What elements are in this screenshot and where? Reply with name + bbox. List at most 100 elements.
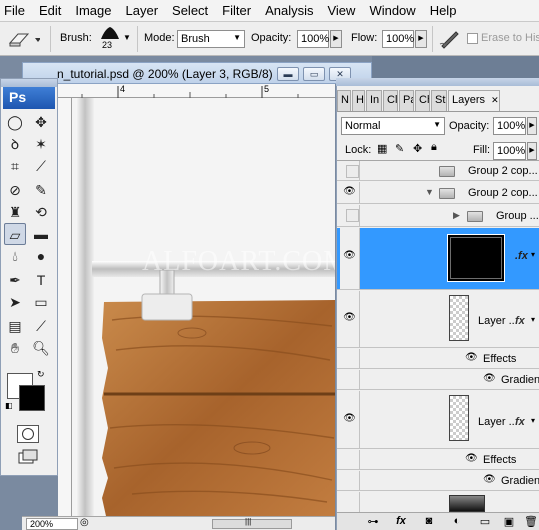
eyedropper-tool-icon[interactable]: ⟋ <box>30 155 52 177</box>
path-selection-tool-icon[interactable]: ➤ <box>4 291 26 313</box>
default-colors-icon[interactable]: ◧ <box>5 401 13 410</box>
tab-channels[interactable]: Ch <box>415 90 430 111</box>
background-color-swatch[interactable] <box>19 385 45 411</box>
quick-mask-button[interactable] <box>17 425 39 443</box>
tab-color[interactable]: Cl <box>383 90 398 111</box>
airbrush-toggle[interactable] <box>438 28 462 50</box>
lock-image-icon[interactable]: ✎ <box>395 142 404 155</box>
chevron-down-icon[interactable]: ▾ <box>531 315 535 324</box>
menu-window[interactable]: Window <box>362 3 422 18</box>
layer-row[interactable]: 👁︎ ▼ Group 2 cop... <box>337 182 539 204</box>
pen-tool-icon[interactable]: ✒ <box>4 269 26 291</box>
menu-file[interactable]: File <box>0 3 32 18</box>
status-arrow-icon[interactable]: ◎ <box>80 517 89 528</box>
fx-icon[interactable]: .fx <box>515 250 528 262</box>
effects-row[interactable]: 👁︎ Effects <box>337 450 539 470</box>
move-tool-icon[interactable]: ✥ <box>30 111 52 133</box>
color-sampler-tool-icon[interactable]: ⟋ <box>30 315 52 337</box>
fill-field[interactable]: 100% <box>493 142 526 160</box>
lock-transparent-icon[interactable]: ▦ <box>377 142 387 155</box>
swap-colors-icon[interactable]: ↻ <box>37 369 45 380</box>
visibility-toggle[interactable]: 👁︎ <box>340 228 360 289</box>
fx-icon[interactable]: fx <box>515 315 525 327</box>
layer-row-selected[interactable]: 👁︎ .fx ▾ <box>337 228 539 290</box>
history-brush-tool-icon[interactable]: ⟲ <box>30 201 52 223</box>
add-style-icon[interactable]: fx <box>393 515 409 527</box>
menu-view[interactable]: View <box>320 3 362 18</box>
tools-panel-grip[interactable] <box>1 79 57 87</box>
zoom-tool-icon[interactable]: 🔍︎ <box>30 337 52 359</box>
chevron-down-icon[interactable]: ▾ <box>531 416 535 425</box>
mode-select[interactable]: Brush ▼ <box>177 30 245 48</box>
minimize-button[interactable]: ▬ <box>277 67 299 81</box>
lasso-tool-icon[interactable]: ꝺ <box>4 133 26 155</box>
type-tool-icon[interactable]: T <box>30 269 52 291</box>
lock-all-icon[interactable]: 🔒︎ <box>431 141 437 154</box>
new-layer-icon[interactable]: ▣ <box>501 515 517 528</box>
layer-row[interactable]: 👁︎ Layer ... fx ▾ <box>337 291 539 348</box>
horizontal-scrollbar[interactable]: ||| <box>212 517 292 529</box>
tab-histogram[interactable]: H <box>352 90 365 111</box>
effect-row[interactable]: 👁︎ Gradien... <box>337 471 539 491</box>
menu-help[interactable]: Help <box>423 3 464 18</box>
magic-wand-tool-icon[interactable]: ✶ <box>30 133 52 155</box>
opacity-slider-button[interactable]: ▶ <box>330 30 342 48</box>
flow-field[interactable]: 100% <box>382 30 414 48</box>
erase-history-checkbox[interactable] <box>467 33 478 44</box>
expand-triangle-icon[interactable]: ▶ <box>453 210 460 221</box>
opacity-field[interactable]: 100% <box>297 30 329 48</box>
fx-icon[interactable]: fx <box>515 416 525 428</box>
menu-layer[interactable]: Layer <box>119 3 166 18</box>
tool-preset-picker[interactable] <box>6 28 41 50</box>
notes-tool-icon[interactable]: ▤ <box>4 315 26 337</box>
menu-image[interactable]: Image <box>68 3 118 18</box>
eraser-tool-icon[interactable]: ▱ <box>4 223 26 245</box>
flow-slider-button[interactable]: ▶ <box>415 30 427 48</box>
adjustment-layer-icon[interactable]: ◐ <box>449 515 465 527</box>
add-mask-icon[interactable]: ◙ <box>421 515 437 527</box>
gradient-tool-icon[interactable]: ▬ <box>30 223 52 245</box>
effects-row[interactable]: 👁︎ Effects <box>337 349 539 369</box>
blend-mode-select[interactable]: Normal ▼ <box>341 117 445 135</box>
blur-tool-icon[interactable]: 💧︎ <box>4 245 26 267</box>
menu-select[interactable]: Select <box>165 3 215 18</box>
eye-icon[interactable]: 👁︎ <box>465 453 478 464</box>
clone-stamp-tool-icon[interactable]: ♜ <box>4 201 26 223</box>
visibility-toggle[interactable]: 👁︎ <box>340 182 360 203</box>
expand-triangle-icon[interactable]: ▼ <box>425 187 434 197</box>
menu-filter[interactable]: Filter <box>215 3 258 18</box>
visibility-toggle[interactable] <box>340 492 360 512</box>
menu-edit[interactable]: Edit <box>32 3 68 18</box>
chevron-down-icon[interactable]: ▼ <box>123 33 131 42</box>
eye-icon[interactable]: 👁︎ <box>483 474 496 485</box>
effect-row[interactable]: 👁︎ Gradien... <box>337 370 539 390</box>
link-layers-icon[interactable]: ⊶ <box>365 515 381 528</box>
shape-tool-icon[interactable]: ▭ <box>30 291 52 313</box>
marquee-tool-icon[interactable]: ◯ <box>4 111 26 133</box>
lock-position-icon[interactable]: ✥ <box>413 142 422 155</box>
visibility-toggle[interactable] <box>340 205 360 226</box>
visibility-toggle[interactable] <box>340 161 360 180</box>
layer-opacity-field[interactable]: 100% <box>493 117 526 135</box>
tab-styles[interactable]: St <box>431 90 447 111</box>
eye-icon[interactable]: 👁︎ <box>465 352 478 363</box>
layer-row[interactable] <box>337 492 539 512</box>
tab-layers[interactable]: Layers ✕ <box>448 90 500 111</box>
maximize-button[interactable]: ▭ <box>303 67 325 81</box>
layer-row[interactable]: 👁︎ Layer ... fx ▾ <box>337 391 539 449</box>
layer-row[interactable]: Group 2 cop... <box>337 161 539 181</box>
brush-picker[interactable]: 23 <box>98 25 122 53</box>
visibility-toggle[interactable]: 👁︎ <box>340 291 360 347</box>
dodge-tool-icon[interactable]: ● <box>30 245 52 267</box>
layer-row[interactable]: ▶ Group ... <box>337 205 539 227</box>
document-titlebar[interactable]: n_tutorial.psd @ 200% (Layer 3, RGB/8) ▬… <box>22 62 372 84</box>
layer-opacity-slider-button[interactable]: ▶ <box>527 117 537 135</box>
menu-analysis[interactable]: Analysis <box>258 3 320 18</box>
fill-slider-button[interactable]: ▶ <box>527 142 537 160</box>
chevron-down-icon[interactable]: ▾ <box>531 250 535 259</box>
zoom-field[interactable]: 200% <box>26 518 78 530</box>
screen-mode-button[interactable] <box>17 449 39 465</box>
healing-brush-tool-icon[interactable]: ⊘ <box>4 179 26 201</box>
layers-panel-grip[interactable] <box>336 78 539 86</box>
new-group-icon[interactable]: ▭ <box>477 515 493 528</box>
